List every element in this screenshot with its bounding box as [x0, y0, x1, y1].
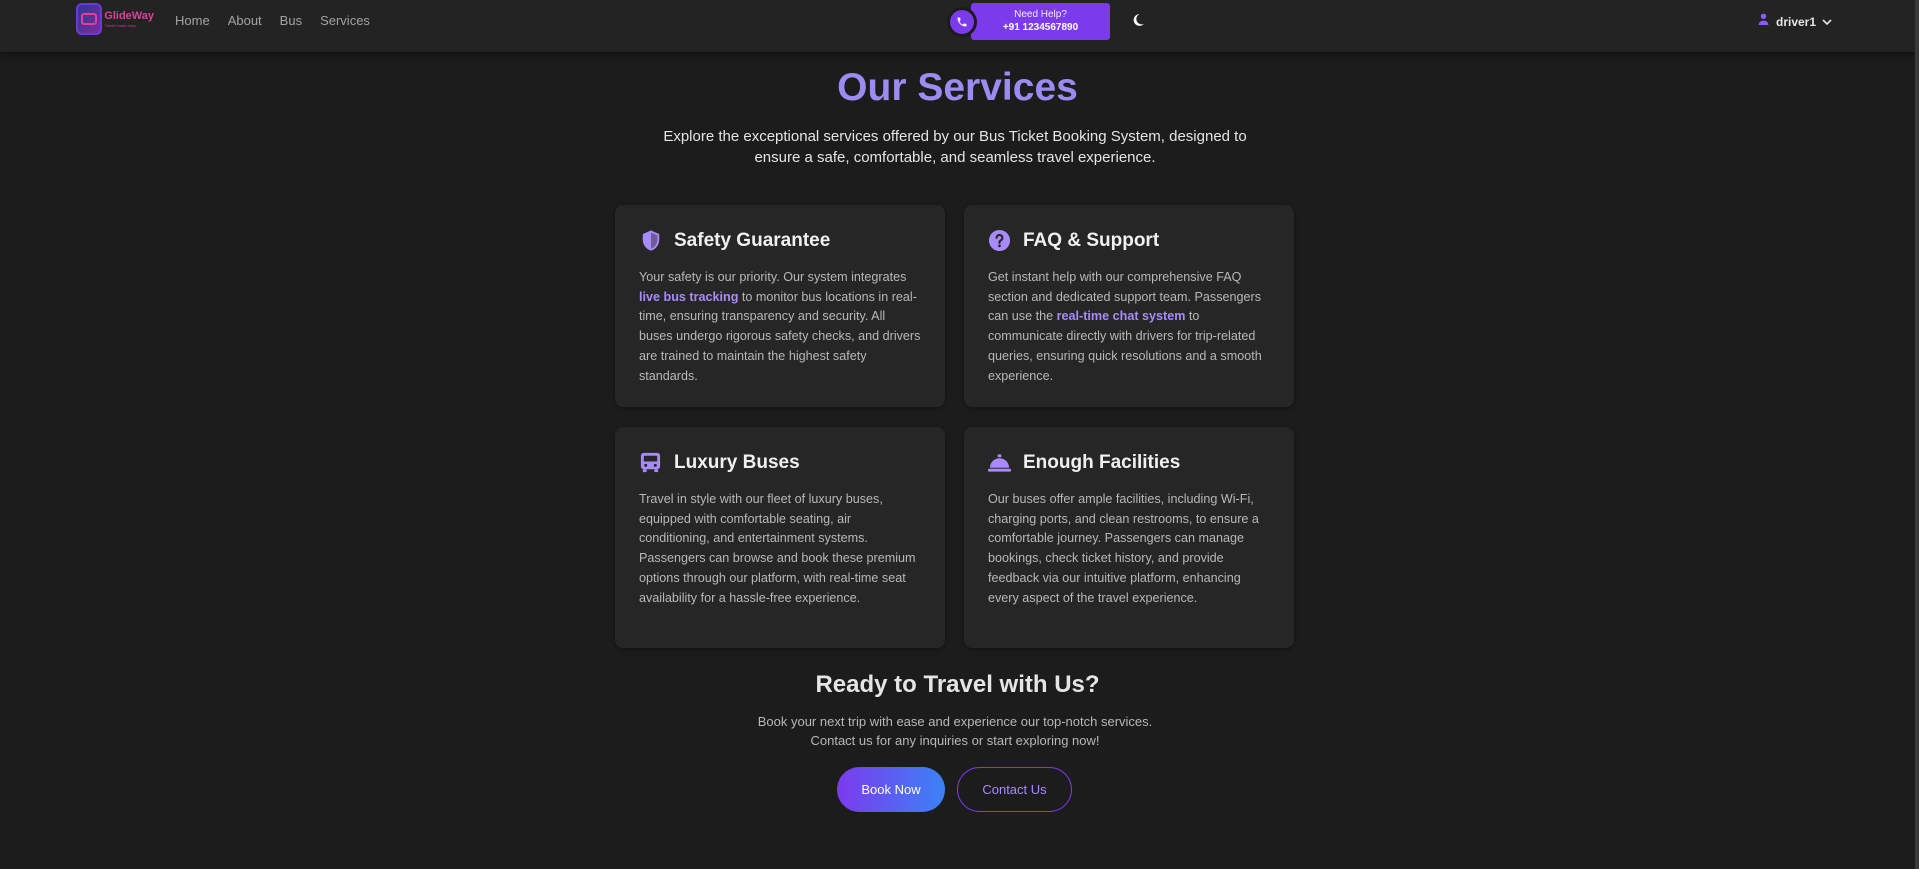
service-card-safety: Safety Guarantee Your safety is our prio…: [615, 205, 945, 407]
card-text: Our buses offer ample facilities, includ…: [988, 492, 1259, 605]
bus-icon: [639, 451, 662, 474]
nav-link-home[interactable]: Home: [175, 13, 210, 28]
nav-link-bus[interactable]: Bus: [280, 13, 302, 28]
phone-icon: [947, 6, 977, 37]
chevron-down-icon: [1822, 13, 1832, 31]
contact-us-button[interactable]: Contact Us: [957, 767, 1072, 812]
page-subtitle: Explore the exceptional services offered…: [663, 128, 1247, 166]
card-title: Luxury Buses: [674, 451, 800, 473]
help-label: Need Help?: [1014, 9, 1067, 20]
username: driver1: [1776, 14, 1817, 29]
card-text: Travel in style with our fleet of luxury…: [639, 492, 916, 605]
user-icon: [1757, 12, 1770, 31]
help-box: Need Help? +91 1234567890: [971, 3, 1110, 40]
logo-text: GlideWay: [104, 9, 154, 22]
logo-tagline: Travel made easy: [104, 22, 136, 28]
cta-title: Ready to Travel with Us?: [815, 671, 1100, 698]
shield-icon: [639, 229, 662, 252]
moon-icon[interactable]: [1131, 12, 1145, 28]
card-text: Get instant help with our comprehensive …: [988, 270, 1262, 383]
service-card-luxury: Luxury Buses Travel in style with our fl…: [615, 427, 945, 648]
nav-link-about[interactable]: About: [228, 13, 262, 28]
navbar: GlideWay Travel made easy Home About Bus…: [0, 0, 1915, 52]
cta-text: Book your next trip with ease and experi…: [700, 712, 1210, 750]
user-menu[interactable]: driver1: [1757, 12, 1832, 31]
book-now-button[interactable]: Book Now: [837, 767, 945, 812]
cta-line-1: Book your next trip with ease and experi…: [757, 714, 1153, 729]
page-title: Our Services: [837, 66, 1078, 109]
service-card-faq: FAQ & Support Get instant help with our …: [964, 205, 1294, 407]
nav-link-services[interactable]: Services: [320, 13, 370, 28]
question-circle-icon: [988, 229, 1011, 252]
logo[interactable]: GlideWay Travel made easy: [76, 2, 154, 36]
card-title: Safety Guarantee: [674, 229, 831, 251]
scrollbar[interactable]: [1915, 0, 1919, 869]
concierge-bell-icon: [988, 451, 1011, 474]
cta-line-2: Contact us for any inquiries or start ex…: [810, 733, 1100, 748]
help-contact[interactable]: Need Help? +91 1234567890: [947, 3, 1110, 40]
card-text: Your safety is our priority. Our system …: [639, 270, 921, 383]
card-title: FAQ & Support: [1023, 229, 1160, 251]
card-highlight: real-time chat system: [1056, 309, 1186, 324]
service-card-facilities: Enough Facilities Our buses offer ample …: [964, 427, 1294, 648]
nav-links: Home About Bus Services: [175, 13, 388, 28]
help-phone: +91 1234567890: [1002, 21, 1079, 33]
logo-bus-icon: [76, 3, 103, 35]
card-title: Enough Facilities: [1023, 451, 1181, 473]
card-highlight: live bus tracking: [639, 289, 739, 304]
